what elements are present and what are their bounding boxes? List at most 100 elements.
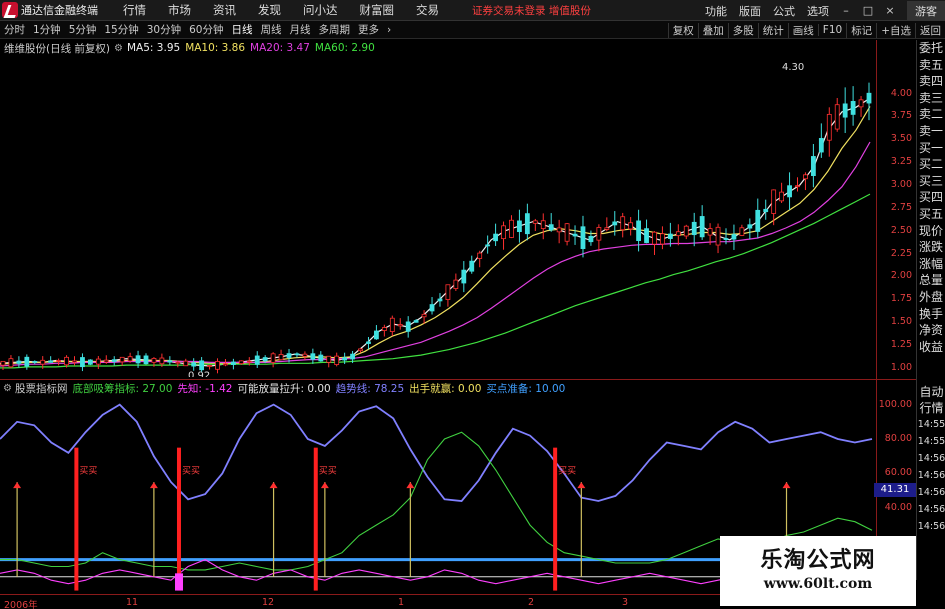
mark-button[interactable]: 标记 [846, 22, 876, 38]
low-price-label: 0.92 [188, 370, 210, 377]
up-arrow-icon [782, 482, 791, 489]
ma5-label: MA5: 3.95 [127, 42, 181, 54]
side-bottom: 自动 行情 14:55 14:55 14:56 14:56 14:56 14:56 14:56 [917, 384, 945, 535]
period-15min[interactable]: 15分钟 [100, 22, 142, 37]
adjust-button[interactable]: 复权 [667, 22, 698, 38]
price-tick: 3.75 [890, 110, 912, 122]
side-panel-item[interactable]: 自动 [917, 384, 945, 400]
side-panel-item[interactable]: 卖一 [917, 123, 945, 140]
watermark-url: www.60lt.com [763, 576, 873, 592]
settings-gear-icon[interactable]: ⚙ [3, 383, 12, 394]
menu-function[interactable]: 功能 [699, 3, 733, 19]
candle-body [564, 223, 570, 242]
period-minute-line[interactable]: 分时 [0, 22, 29, 37]
side-panel-item[interactable]: 买五 [917, 206, 945, 223]
overlay-button[interactable]: 叠加 [697, 22, 728, 38]
candle-body [207, 365, 212, 367]
indicator-tick: 100.00 [878, 398, 912, 410]
candle-body [556, 227, 562, 233]
candle-body [48, 360, 54, 363]
candle-body [159, 357, 165, 365]
side-panel-item[interactable]: 买二 [917, 156, 945, 173]
side-panel-item[interactable]: 买三 [917, 173, 945, 190]
add-watchlist-button[interactable]: +自选 [876, 22, 915, 38]
candle-body [318, 354, 324, 362]
menu-market[interactable]: 市场 [157, 2, 202, 18]
side-panel-item[interactable]: 涨幅 [917, 256, 945, 273]
side-panel-item[interactable]: 外盘 [917, 289, 945, 306]
period-60min[interactable]: 60分钟 [185, 22, 227, 37]
side-panel-item[interactable]: 收益 [917, 339, 945, 356]
side-panel-item[interactable]: 卖三 [917, 90, 945, 107]
app-logo-icon [2, 2, 18, 18]
maximize-icon[interactable]: □ [857, 4, 879, 17]
candle-body [358, 348, 363, 352]
candle-body [199, 360, 205, 371]
side-panel-item[interactable]: 涨跌 [917, 239, 945, 256]
side-panel-item[interactable]: 买一 [917, 140, 945, 157]
price-chart[interactable]: 4.30 0.92 [0, 57, 876, 377]
candle-body [755, 209, 761, 232]
menu-news[interactable]: 资讯 [202, 2, 247, 18]
quote-side-panel: 委托 卖五 卖四 卖三 卖二 卖一 买一 买二 买三 买四 买五 现价 涨跌 涨幅 总量 外盘 换手 净资 收益 自… [916, 40, 945, 580]
ma-line-ma20 [0, 141, 871, 367]
side-panel-item[interactable]: 现价 [917, 223, 945, 240]
side-panel-item[interactable]: 卖四 [917, 73, 945, 90]
candle-body [826, 113, 832, 141]
period-30min[interactable]: 30分钟 [143, 22, 185, 37]
back-button[interactable]: 返回 [915, 22, 945, 38]
menu-wealth[interactable]: 财富圈 [349, 2, 406, 18]
side-panel-item[interactable]: 换手 [917, 306, 945, 323]
period-monthly[interactable]: 月线 [286, 22, 315, 37]
candle-body [405, 321, 411, 332]
price-tick: 1.75 [890, 293, 912, 305]
menu-quotes[interactable]: 行情 [112, 2, 157, 18]
period-1min[interactable]: 1分钟 [29, 22, 65, 37]
menu-layout[interactable]: 版面 [733, 3, 767, 19]
menu-options[interactable]: 选项 [801, 3, 835, 19]
indicator-name[interactable]: 股票指标网 [15, 381, 68, 396]
menu-ask[interactable]: 问小达 [292, 2, 349, 18]
app-window: 通达信金融终端 行情 市场 资讯 发现 问小达 财富圈 交易 证券交易未登录 增… [0, 0, 945, 609]
side-panel-item[interactable]: 委托 [917, 40, 945, 57]
side-panel-item[interactable]: 卖二 [917, 106, 945, 123]
chevron-right-icon[interactable]: › [383, 24, 395, 36]
period-multi[interactable]: 多周期 [315, 22, 355, 37]
guest-button[interactable]: 游客 [907, 0, 945, 21]
side-panel-item[interactable]: 卖五 [917, 57, 945, 74]
draw-line-button[interactable]: 画线 [787, 22, 818, 38]
settings-gear-icon[interactable]: ⚙ [114, 43, 123, 54]
f10-button[interactable]: F10 [817, 24, 846, 36]
menu-formula[interactable]: 公式 [767, 3, 801, 19]
side-panel-item[interactable]: 行情 [917, 400, 945, 416]
indicator-label-volume: 可能放量拉升: 0.00 [237, 382, 331, 395]
period-daily[interactable]: 日线 [228, 22, 257, 37]
candle-body [231, 361, 236, 365]
period-more[interactable]: 更多 [354, 22, 383, 37]
date-tick: 1 [398, 597, 405, 608]
login-status[interactable]: 证券交易未登录 增值股份 [472, 3, 591, 18]
candle-body [262, 357, 268, 362]
multi-stock-button[interactable]: 多股 [727, 22, 758, 38]
price-tick: 2.75 [890, 201, 912, 213]
ma-line-ma60 [0, 193, 871, 369]
candle-body [191, 362, 197, 367]
period-weekly[interactable]: 周线 [257, 22, 286, 37]
side-panel-item[interactable]: 净资 [917, 322, 945, 339]
stock-title[interactable]: 维维股份(日线 前复权) [4, 41, 110, 56]
side-panel-item[interactable]: 买四 [917, 189, 945, 206]
candle-body [572, 233, 578, 237]
side-panel-item[interactable]: 总量 [917, 272, 945, 289]
minimize-icon[interactable]: – [835, 4, 857, 17]
candle-body [342, 357, 348, 361]
stats-button[interactable]: 统计 [757, 22, 788, 38]
candle-body [135, 355, 141, 364]
menu-trade[interactable]: 交易 [405, 2, 450, 18]
date-tick: 2 [528, 597, 535, 608]
indicator-line [0, 403, 873, 502]
period-5min[interactable]: 5分钟 [65, 22, 101, 37]
indicator-tick: 40.00 [884, 501, 912, 513]
candle-body [596, 227, 602, 241]
menu-discover[interactable]: 发现 [247, 2, 292, 18]
close-icon[interactable]: × [879, 4, 901, 17]
